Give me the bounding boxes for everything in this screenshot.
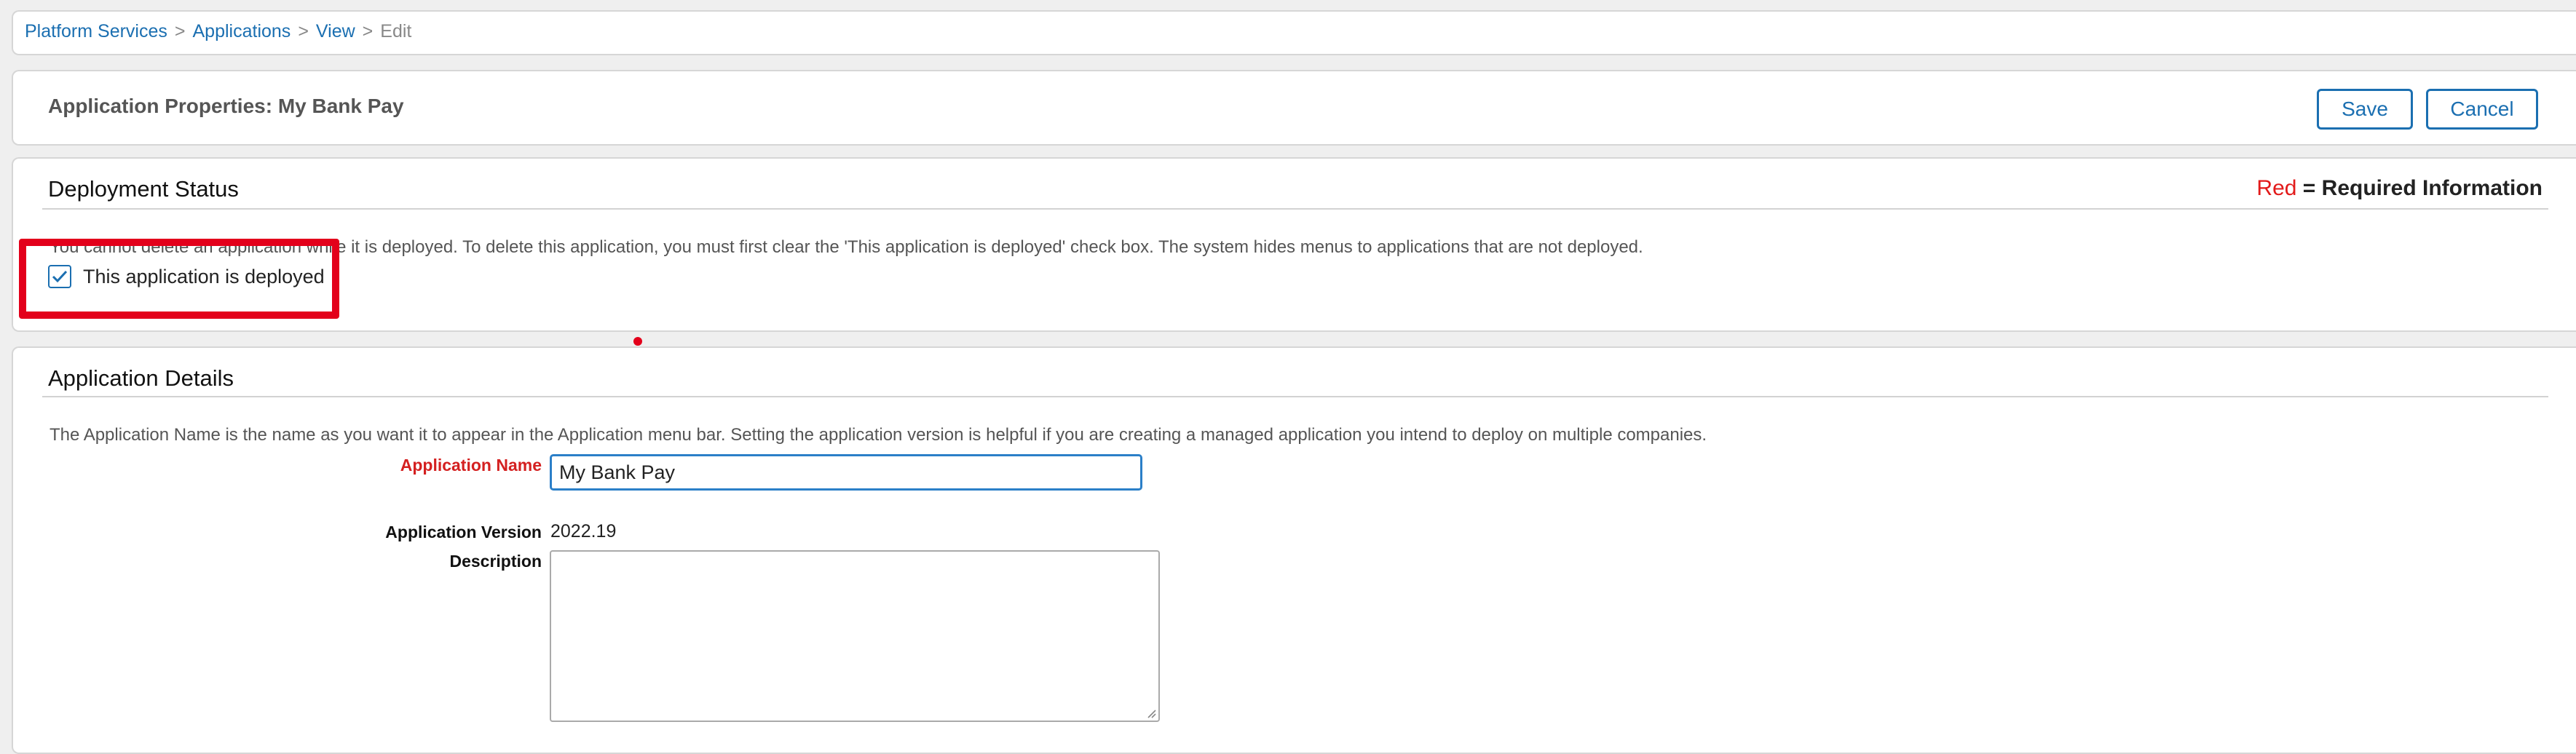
save-button[interactable]: Save (2317, 89, 2413, 130)
page-header: Application Properties: My Bank Pay Save… (12, 70, 2576, 146)
description-label: Description (449, 552, 542, 571)
page-title: Application Properties: My Bank Pay (48, 95, 404, 117)
breadcrumb-separator: > (174, 21, 186, 41)
details-help-text: The Application Name is the name as you … (50, 425, 1707, 445)
checkmark-icon (52, 270, 68, 283)
breadcrumb-current: Edit (380, 21, 412, 41)
section-title-details: Application Details (48, 365, 234, 391)
breadcrumb-bar: Platform Services > Applications > View > Edit (12, 10, 2576, 55)
breadcrumb-separator: > (362, 21, 374, 41)
application-version-label: Application Version (385, 523, 542, 541)
application-details-section: Application Details The Application Name… (12, 346, 2576, 754)
section-divider (42, 396, 2548, 397)
deployment-status-section: Deployment Status Red = Required Informa… (12, 157, 2576, 332)
breadcrumb-view[interactable]: View (316, 21, 355, 41)
deployment-help-text: You cannot delete an application while i… (50, 237, 1643, 257)
description-textarea[interactable] (550, 550, 1160, 722)
deployed-checkbox-label[interactable]: This application is deployed (83, 266, 325, 288)
application-version-value: 2022.19 (550, 521, 617, 541)
required-legend-text: = Required Information (2296, 176, 2543, 200)
deployed-checkbox[interactable] (48, 265, 71, 288)
resize-grip-icon[interactable] (1145, 707, 1156, 718)
breadcrumb: Platform Services > Applications > View > Edit (25, 21, 411, 42)
required-legend-red: Red (2256, 176, 2297, 200)
breadcrumb-separator: > (298, 21, 309, 41)
annotation-dot (633, 337, 642, 346)
required-info-legend: Red = Required Information (2256, 176, 2543, 201)
section-divider (42, 208, 2548, 210)
breadcrumb-platform-services[interactable]: Platform Services (25, 21, 167, 41)
breadcrumb-applications[interactable]: Applications (193, 21, 291, 41)
section-title-deployment: Deployment Status (48, 176, 239, 202)
deployed-checkbox-row[interactable]: This application is deployed (48, 265, 325, 288)
cancel-button[interactable]: Cancel (2426, 89, 2538, 130)
application-name-label: Application Name (400, 456, 542, 475)
application-name-input[interactable]: My Bank Pay (550, 454, 1142, 491)
